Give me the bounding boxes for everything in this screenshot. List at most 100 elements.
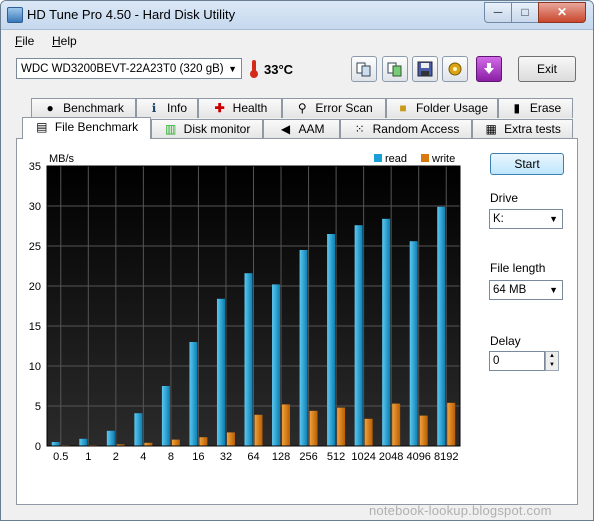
- info-icon: ℹ: [151, 101, 157, 115]
- chevron-down-icon: ▼: [549, 285, 558, 295]
- erase-icon: ▮: [513, 101, 521, 115]
- read-bar: [437, 206, 446, 446]
- minimize-button[interactable]: ─: [484, 2, 512, 23]
- x-tick-label: 1024: [351, 451, 375, 463]
- drive-dropdown[interactable]: WDC WD3200BEVT-22A23T0 (320 gB) ▼: [16, 58, 242, 79]
- tab-error-scan[interactable]: ⚲ Error Scan: [282, 98, 386, 118]
- tab-file-benchmark[interactable]: ▤ File Benchmark: [22, 117, 151, 139]
- disk-monitor-icon: ▥: [164, 122, 177, 136]
- update-icon[interactable]: [476, 56, 502, 82]
- x-tick-label: 8192: [434, 451, 458, 463]
- tab-info[interactable]: ℹ Info: [136, 98, 198, 118]
- read-bar: [134, 413, 143, 446]
- y-tick-label: 5: [35, 401, 41, 413]
- tab-disk-monitor[interactable]: ▥ Disk monitor: [151, 119, 263, 139]
- x-tick-label: 4096: [406, 451, 430, 463]
- title-bar[interactable]: HD Tune Pro 4.50 - Hard Disk Utility ─ □…: [1, 1, 593, 30]
- read-bar: [106, 430, 115, 446]
- benchmark-icon: ●: [46, 101, 54, 115]
- write-bar: [419, 415, 428, 446]
- drive-select-value: K:: [493, 213, 504, 225]
- exit-button[interactable]: Exit: [518, 56, 576, 82]
- x-tick-label: 128: [272, 451, 290, 463]
- read-bar: [216, 298, 225, 446]
- menu-help[interactable]: Help: [52, 34, 77, 48]
- delay-label: Delay: [490, 334, 521, 348]
- error-scan-icon: ⚲: [297, 101, 307, 115]
- delay-spinner[interactable]: ▲ ▼: [545, 351, 559, 371]
- close-button[interactable]: ✕: [538, 2, 586, 23]
- copy-screenshot-icon[interactable]: [382, 56, 408, 82]
- read-bar: [409, 241, 418, 446]
- spin-up-icon[interactable]: ▲: [546, 352, 558, 361]
- y-tick-label: 25: [29, 241, 41, 253]
- read-bar: [244, 273, 253, 446]
- x-tick-label: 4: [140, 451, 146, 463]
- file-length-select[interactable]: 64 MB ▼: [489, 280, 563, 300]
- tab-health[interactable]: ✚ Health: [198, 98, 282, 118]
- random-access-icon: ⁙: [354, 122, 365, 136]
- y-tick-label: 15: [29, 321, 41, 333]
- folder-icon: ■: [399, 101, 407, 115]
- drive-select[interactable]: K: ▼: [489, 209, 563, 229]
- y-tick-label: 30: [29, 201, 41, 213]
- copy-info-icon[interactable]: [351, 56, 377, 82]
- temperature-readout: 33°C: [264, 62, 294, 77]
- menu-bar: File Help: [1, 30, 593, 52]
- x-tick-label: 8: [168, 451, 174, 463]
- write-bar: [392, 403, 401, 446]
- maximize-button[interactable]: □: [511, 2, 539, 23]
- tab-benchmark[interactable]: ● Benchmark: [31, 98, 136, 118]
- y-tick-label: 20: [29, 281, 41, 293]
- tab-random-access[interactable]: ⁙ Random Access: [340, 119, 472, 139]
- y-axis-label: MB/s: [49, 153, 75, 165]
- y-tick-label: 0: [35, 441, 41, 453]
- write-bar: [199, 437, 208, 446]
- extra-tests-icon: ▦: [485, 122, 497, 136]
- read-bar: [327, 234, 336, 446]
- tab-folder-usage[interactable]: ■ Folder Usage: [386, 98, 498, 118]
- read-bar: [189, 342, 198, 446]
- chevron-down-icon: ▼: [228, 64, 237, 74]
- tab-aam[interactable]: ◀ AAM: [263, 119, 340, 139]
- read-bar: [354, 225, 363, 446]
- menu-file[interactable]: File: [15, 34, 34, 48]
- x-tick-label: 256: [299, 451, 317, 463]
- write-bar: [282, 404, 291, 446]
- benchmark-chart: 0 5 10 15 20 25 30 35 MB/s 0.5 1 2 4 8 16 32 64 128 256 512…: [29, 153, 461, 463]
- chevron-down-icon: ▼: [549, 214, 558, 224]
- x-tick-label: 512: [327, 451, 345, 463]
- read-bar: [272, 284, 281, 446]
- file-length-value: 64 MB: [493, 284, 527, 296]
- write-bar: [226, 432, 235, 446]
- tab-erase[interactable]: ▮ Erase: [498, 98, 573, 118]
- options-icon[interactable]: [442, 56, 468, 82]
- start-button[interactable]: Start: [490, 153, 564, 175]
- legend-label-write: write: [431, 153, 455, 165]
- delay-input[interactable]: 0: [489, 351, 545, 371]
- save-icon[interactable]: [412, 56, 438, 82]
- toolbar: WDC WD3200BEVT-22A23T0 (320 gB) ▼ 33°C E…: [1, 52, 593, 94]
- drive-label: Drive: [490, 191, 519, 205]
- read-bar: [299, 250, 308, 446]
- tab-extra-tests[interactable]: ▦ Extra tests: [472, 119, 573, 139]
- read-bar: [51, 442, 60, 446]
- x-tick-label: 1: [85, 451, 91, 463]
- x-tick-label: 2048: [379, 451, 403, 463]
- x-tick-label: 16: [192, 451, 204, 463]
- x-tick-label: 32: [220, 451, 232, 463]
- file-length-label: File length: [490, 261, 546, 275]
- write-bar: [171, 439, 180, 446]
- app-icon: [7, 7, 23, 23]
- app-window: HD Tune Pro 4.50 - Hard Disk Utility ─ □…: [0, 0, 594, 521]
- write-bar: [309, 410, 318, 446]
- legend-label-read: read: [385, 153, 407, 165]
- read-bar: [382, 218, 391, 446]
- y-tick-label: 35: [29, 161, 41, 173]
- write-bar: [254, 414, 263, 446]
- read-bar: [161, 386, 170, 446]
- spin-down-icon[interactable]: ▼: [546, 361, 558, 370]
- health-icon: ✚: [214, 101, 225, 115]
- write-bar: [447, 402, 456, 446]
- drive-dropdown-value: WDC WD3200BEVT-22A23T0 (320 gB): [21, 63, 224, 75]
